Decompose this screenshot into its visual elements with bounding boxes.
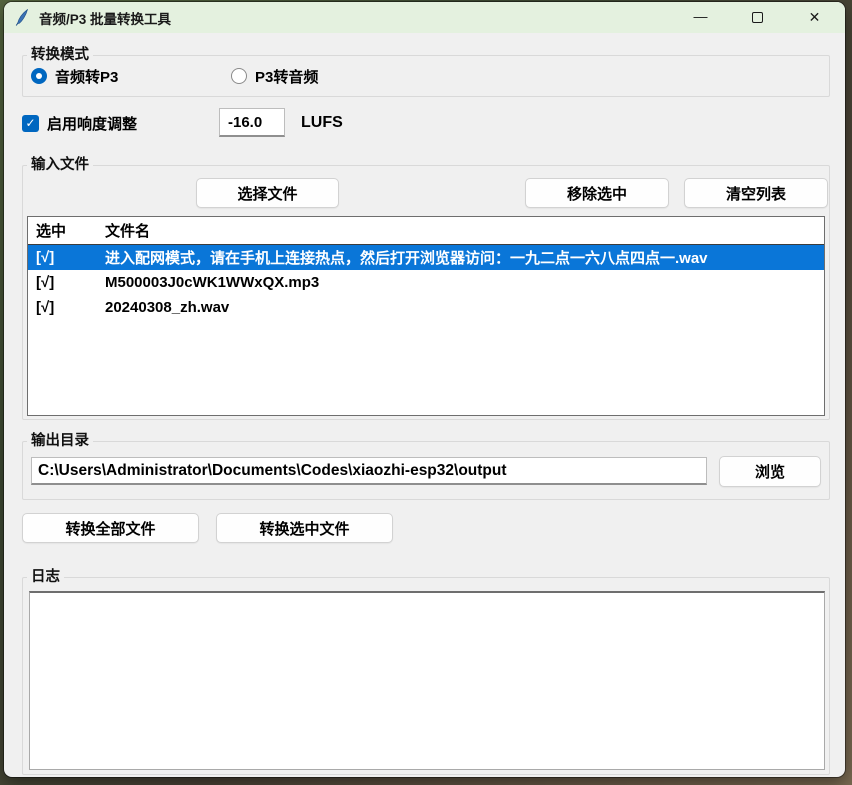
remove-selected-button[interactable]: 移除选中	[525, 178, 669, 208]
conversion-mode-group: 转换模式 音频转P3 P3转音频	[22, 55, 830, 97]
title-bar[interactable]: 音频/P3 批量转换工具 — ✕	[4, 2, 845, 33]
input-files-label: 输入文件	[27, 156, 93, 175]
log-label: 日志	[27, 568, 64, 587]
radio-unselected-icon	[231, 68, 247, 84]
radio-selected-icon	[31, 68, 47, 84]
main-content: 转换模式 音频转P3 P3转音频 ✓ 启用响度调整 LUFS 输入文件 选择文件…	[4, 33, 845, 777]
convert-all-button[interactable]: 转换全部文件	[22, 513, 199, 543]
loudness-checkbox-label: 启用响度调整	[47, 113, 137, 134]
file-list-row[interactable]: [√] 进入配网模式，请在手机上连接热点，然后打开浏览器访问：一九二点一六八点四…	[28, 245, 824, 270]
loudness-checkbox[interactable]: ✓ 启用响度调整	[22, 108, 137, 138]
file-name-cell: 20240308_zh.wav	[105, 299, 824, 316]
file-list-header: 选中 文件名	[28, 217, 824, 245]
file-name-cell: M500003J0cWK1WWxQX.mp3	[105, 274, 824, 291]
file-name-cell: 进入配网模式，请在手机上连接热点，然后打开浏览器访问：一九二点一六八点四点一.w…	[105, 247, 824, 268]
file-list[interactable]: 选中 文件名 [√] 进入配网模式，请在手机上连接热点，然后打开浏览器访问：一九…	[27, 216, 825, 416]
close-icon: ✕	[809, 9, 821, 26]
header-filename: 文件名	[105, 220, 824, 241]
radio-audio-to-p3-label: 音频转P3	[55, 66, 118, 87]
log-textarea[interactable]	[29, 591, 825, 770]
browse-button[interactable]: 浏览	[719, 456, 821, 487]
maximize-icon	[752, 12, 763, 23]
minimize-icon: —	[694, 8, 708, 24]
log-group: 日志	[22, 577, 830, 775]
lufs-unit-label: LUFS	[301, 108, 343, 138]
minimize-button[interactable]: —	[672, 2, 729, 33]
file-list-body: [√] 进入配网模式，请在手机上连接热点，然后打开浏览器访问：一九二点一六八点四…	[28, 245, 824, 320]
select-files-button[interactable]: 选择文件	[196, 178, 339, 208]
app-window: 音频/P3 批量转换工具 — ✕ 转换模式 音频转P3 P3转音频 ✓ 启用响度…	[4, 2, 845, 777]
radio-p3-to-audio[interactable]: P3转音频	[231, 56, 318, 96]
file-check-cell: [√]	[28, 274, 105, 291]
input-files-group: 输入文件 选择文件 移除选中 清空列表 选中 文件名 [√] 进入配网模式，请在…	[22, 165, 830, 420]
radio-p3-to-audio-label: P3转音频	[255, 66, 318, 87]
lufs-value-input[interactable]	[219, 108, 285, 137]
clear-list-button[interactable]: 清空列表	[684, 178, 828, 208]
radio-audio-to-p3[interactable]: 音频转P3	[31, 56, 118, 96]
convert-selected-button[interactable]: 转换选中文件	[216, 513, 393, 543]
output-dir-label: 输出目录	[27, 432, 93, 451]
checkbox-checked-icon: ✓	[22, 115, 39, 132]
output-path-input[interactable]	[31, 457, 707, 485]
close-button[interactable]: ✕	[786, 2, 843, 33]
file-list-row[interactable]: [√] M500003J0cWK1WWxQX.mp3	[28, 270, 824, 295]
file-list-row[interactable]: [√] 20240308_zh.wav	[28, 295, 824, 320]
window-title: 音频/P3 批量转换工具	[39, 8, 171, 28]
output-dir-group: 输出目录 浏览	[22, 441, 830, 500]
maximize-button[interactable]	[729, 2, 786, 33]
tk-feather-icon	[15, 9, 30, 26]
file-check-cell: [√]	[28, 249, 105, 266]
file-check-cell: [√]	[28, 299, 105, 316]
header-checked: 选中	[28, 220, 105, 241]
